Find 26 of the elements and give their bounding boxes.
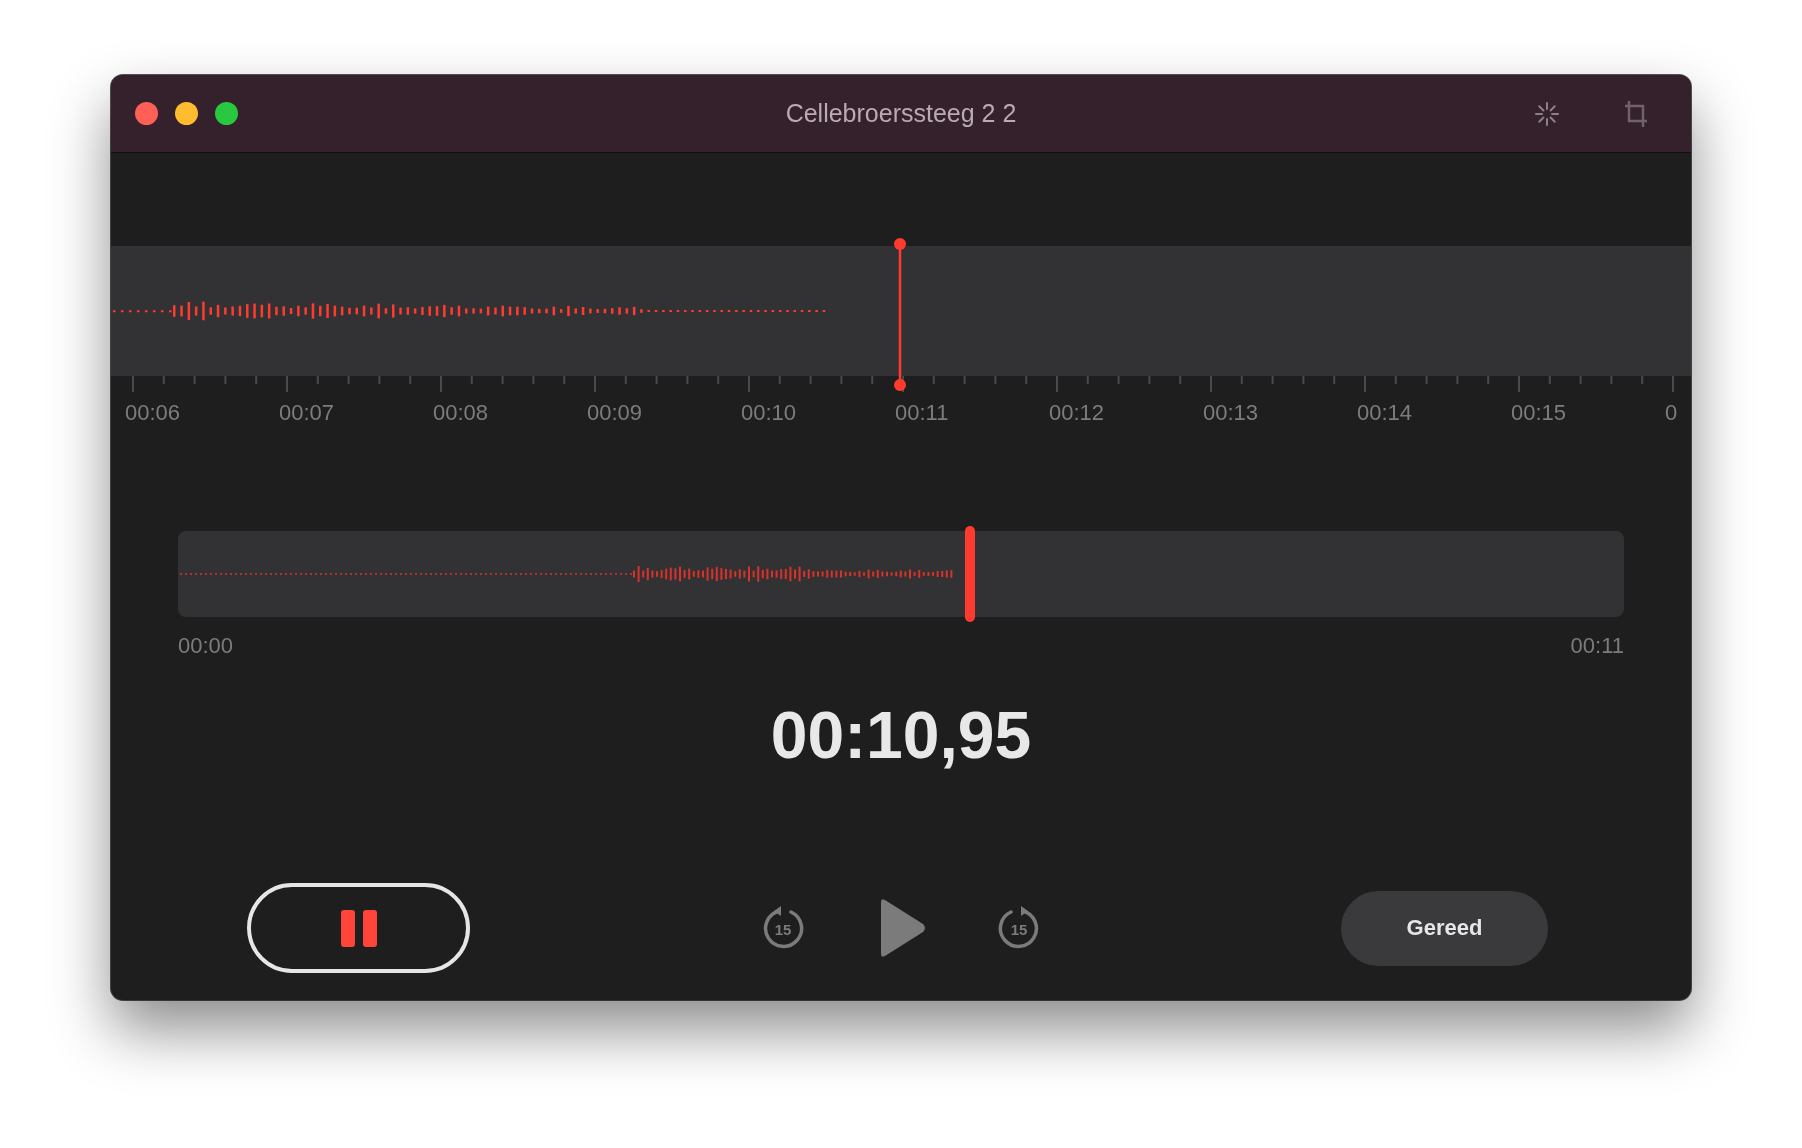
window-title: Cellebroerssteeg 2 2 [785,99,1017,128]
time-label: 00:08 [433,400,490,426]
end-time: 00:11 [1570,633,1624,659]
time-label: 00:12 [1049,400,1106,426]
elapsed-time: 00:10,95 [769,697,1033,773]
done-button[interactable]: Gereed [1341,890,1548,966]
skip-forward-button[interactable]: 15 [997,906,1041,950]
time-label: 00:09 [587,400,644,426]
time-label: 00:11 [895,400,950,426]
time-label: 00:13 [1203,400,1260,426]
time-label: 00:07 [279,400,336,426]
crop-icon[interactable] [1623,98,1649,129]
scrubber-handle[interactable] [965,526,976,622]
time-label: 00:06 [125,400,182,426]
close-button[interactable] [135,102,158,125]
time-label: 00:14 [1357,400,1414,426]
skip-back-button[interactable]: 15 [761,906,805,950]
pause-button[interactable] [247,883,470,973]
zoom-button[interactable] [215,102,238,125]
start-time: 00:00 [178,633,234,659]
sparkle-icon[interactable] [1533,99,1561,128]
playhead[interactable] [894,238,906,391]
time-label: 00:15 [1511,400,1568,426]
time-label: 00:10 [741,400,798,426]
time-label: 0 [1665,400,1679,426]
minimize-button[interactable] [175,102,198,125]
